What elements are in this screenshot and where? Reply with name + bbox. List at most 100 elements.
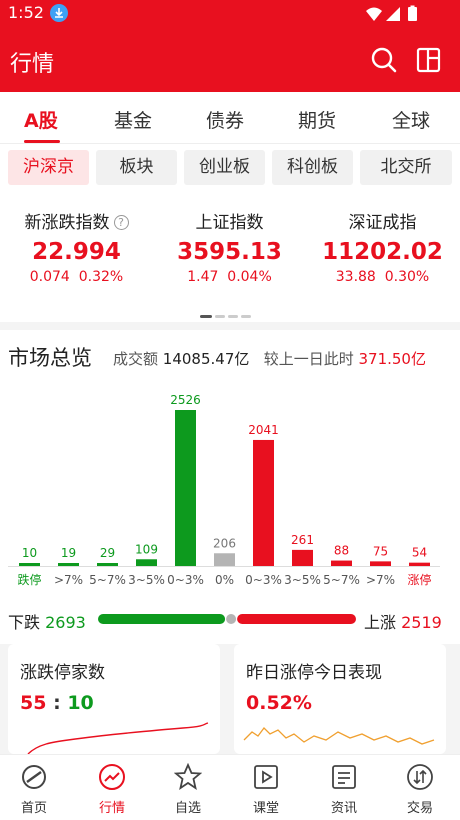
index-card[interactable]: 深证成指 11202.02 33.88 0.30% — [306, 198, 459, 285]
index-change: 1.47 — [187, 269, 219, 285]
stat-cards: 涨跌停家数 55 : 10 昨日涨停今日表现 0.52% — [0, 644, 460, 754]
nav-label: 自选 — [174, 801, 201, 816]
status-bar: 1:52 — [0, 0, 460, 26]
index-name: 上证指数 — [195, 213, 264, 233]
index-pct: 0.04% — [227, 269, 272, 285]
compare-value: 371.50亿 — [358, 350, 426, 368]
updown-distribution-chart: 10 跌停 19 >7% 29 5~7% 109 3~5% 2526 0~3% 206 0% 2041 0… — [8, 393, 440, 587]
category-label: 5~7% — [323, 573, 360, 587]
performance-value: 0.52% — [246, 692, 312, 714]
nav-label: 课堂 — [252, 801, 279, 816]
yesterday-limit-card[interactable]: 昨日涨停今日表现 0.52% — [234, 644, 446, 754]
updown-ratio: 下跌 2693 上涨 2519 — [0, 604, 460, 634]
tab-funds[interactable]: 基金 — [114, 106, 152, 133]
performance-sparkline — [243, 727, 435, 745]
status-icons — [364, 5, 426, 27]
index-name: 新涨跌指数 — [24, 213, 110, 233]
status-time: 1:52 — [8, 3, 44, 22]
limit-up-count: 55 — [20, 692, 47, 714]
chip-chinext[interactable]: 创业板 — [184, 150, 265, 185]
nav-market[interactable]: 行情 — [82, 763, 142, 816]
category-label: 5~7% — [89, 573, 126, 587]
market-tabs: A股 基金 债券 期货 全球 — [0, 92, 460, 144]
news-icon — [330, 763, 358, 791]
index-value: 22.994 — [32, 239, 121, 265]
bar-value-label: 2041 — [248, 423, 279, 437]
flat-segment — [226, 614, 237, 624]
nav-label: 资讯 — [330, 801, 357, 816]
star-icon — [173, 762, 203, 791]
tab-indicator — [24, 140, 60, 143]
turnover-label: 成交额 — [113, 350, 159, 368]
chip-shsz[interactable]: 沪深京 — [8, 150, 89, 185]
chip-star[interactable]: 科创板 — [272, 150, 353, 185]
nav-home[interactable]: 首页 — [4, 763, 64, 816]
chip-bse[interactable]: 北交所 — [360, 150, 452, 185]
category-label: 跌停 — [17, 572, 41, 587]
ratio-bar — [98, 614, 356, 624]
card-title: 昨日涨停今日表现 — [246, 663, 382, 683]
category-label: 0~3% — [167, 573, 204, 587]
limit-trend-sparkline — [27, 722, 209, 754]
chart-bar — [253, 439, 274, 566]
index-pct: 0.32% — [78, 269, 124, 285]
bar-value-label: 109 — [135, 542, 158, 556]
chart-bar — [214, 553, 235, 566]
bar-value-label: 261 — [291, 533, 314, 547]
nav-news[interactable]: 资讯 — [314, 763, 374, 816]
bar-value-label: 54 — [412, 546, 427, 560]
down-segment — [98, 614, 226, 624]
tab-futures[interactable]: 期货 — [298, 106, 336, 133]
chart-bar — [409, 562, 430, 566]
bar-value-label: 206 — [213, 536, 236, 550]
index-card[interactable]: 新涨跌指数? 22.994 0.074 0.32% — [0, 198, 153, 285]
limit-down-count: 10 — [67, 692, 94, 714]
app-bar: 行情 — [0, 26, 460, 92]
down-label: 下跌 — [8, 613, 41, 632]
home-logo-icon — [20, 763, 48, 791]
nav-watchlist[interactable]: 自选 — [158, 762, 218, 816]
index-change: 0.074 — [29, 269, 70, 285]
index-change: 33.88 — [335, 269, 376, 285]
category-label: 涨停 — [407, 572, 431, 587]
category-label: 0% — [215, 573, 234, 587]
wifi-icon — [366, 7, 382, 21]
category-label: >7% — [366, 573, 395, 587]
nav-label: 首页 — [20, 801, 47, 816]
section-divider — [0, 322, 460, 330]
nav-trade[interactable]: 交易 — [390, 763, 450, 816]
index-card[interactable]: 上证指数 3595.13 1.47 0.04% — [153, 198, 306, 285]
up-count: 2519 — [401, 613, 442, 632]
card-title: 涨跌停家数 — [20, 663, 105, 683]
chart-bar — [292, 549, 313, 566]
layout-switch-icon[interactable] — [416, 46, 442, 74]
limit-count-card[interactable]: 涨跌停家数 55 : 10 — [8, 644, 220, 754]
tab-bonds[interactable]: 债券 — [206, 106, 244, 133]
bottom-nav: 首页 行情 自选 课堂 资讯 交易 — [0, 754, 460, 820]
nav-classroom[interactable]: 课堂 — [236, 763, 296, 816]
category-label: >7% — [54, 573, 83, 587]
search-icon[interactable] — [370, 46, 398, 74]
up-segment — [237, 614, 356, 624]
index-carousel: 新涨跌指数? 22.994 0.074 0.32% 上证指数 3595.13 1… — [0, 198, 460, 318]
index-pct: 0.30% — [384, 269, 430, 285]
nav-label: 行情 — [98, 801, 125, 816]
chart-bar — [331, 560, 352, 566]
nav-label: 交易 — [406, 801, 433, 816]
chart-bar — [370, 561, 391, 566]
chart-bar — [97, 563, 118, 566]
battery-icon — [408, 7, 417, 21]
signal-icon — [386, 7, 400, 21]
chip-sector[interactable]: 板块 — [96, 150, 177, 185]
tab-a-shares[interactable]: A股 — [24, 106, 58, 133]
chart-bar — [58, 563, 79, 566]
exchange-chips: 沪深京 板块 创业板 科创板 北交所 — [0, 150, 460, 188]
trend-icon — [98, 763, 126, 791]
tab-global[interactable]: 全球 — [392, 106, 430, 133]
up-label: 上涨 — [364, 613, 397, 632]
carousel-dots — [200, 303, 254, 322]
help-icon[interactable]: ? — [113, 215, 129, 230]
turnover-value: 14085.47亿 — [162, 350, 250, 368]
index-value: 11202.02 — [322, 239, 443, 265]
chart-bar — [19, 563, 40, 566]
